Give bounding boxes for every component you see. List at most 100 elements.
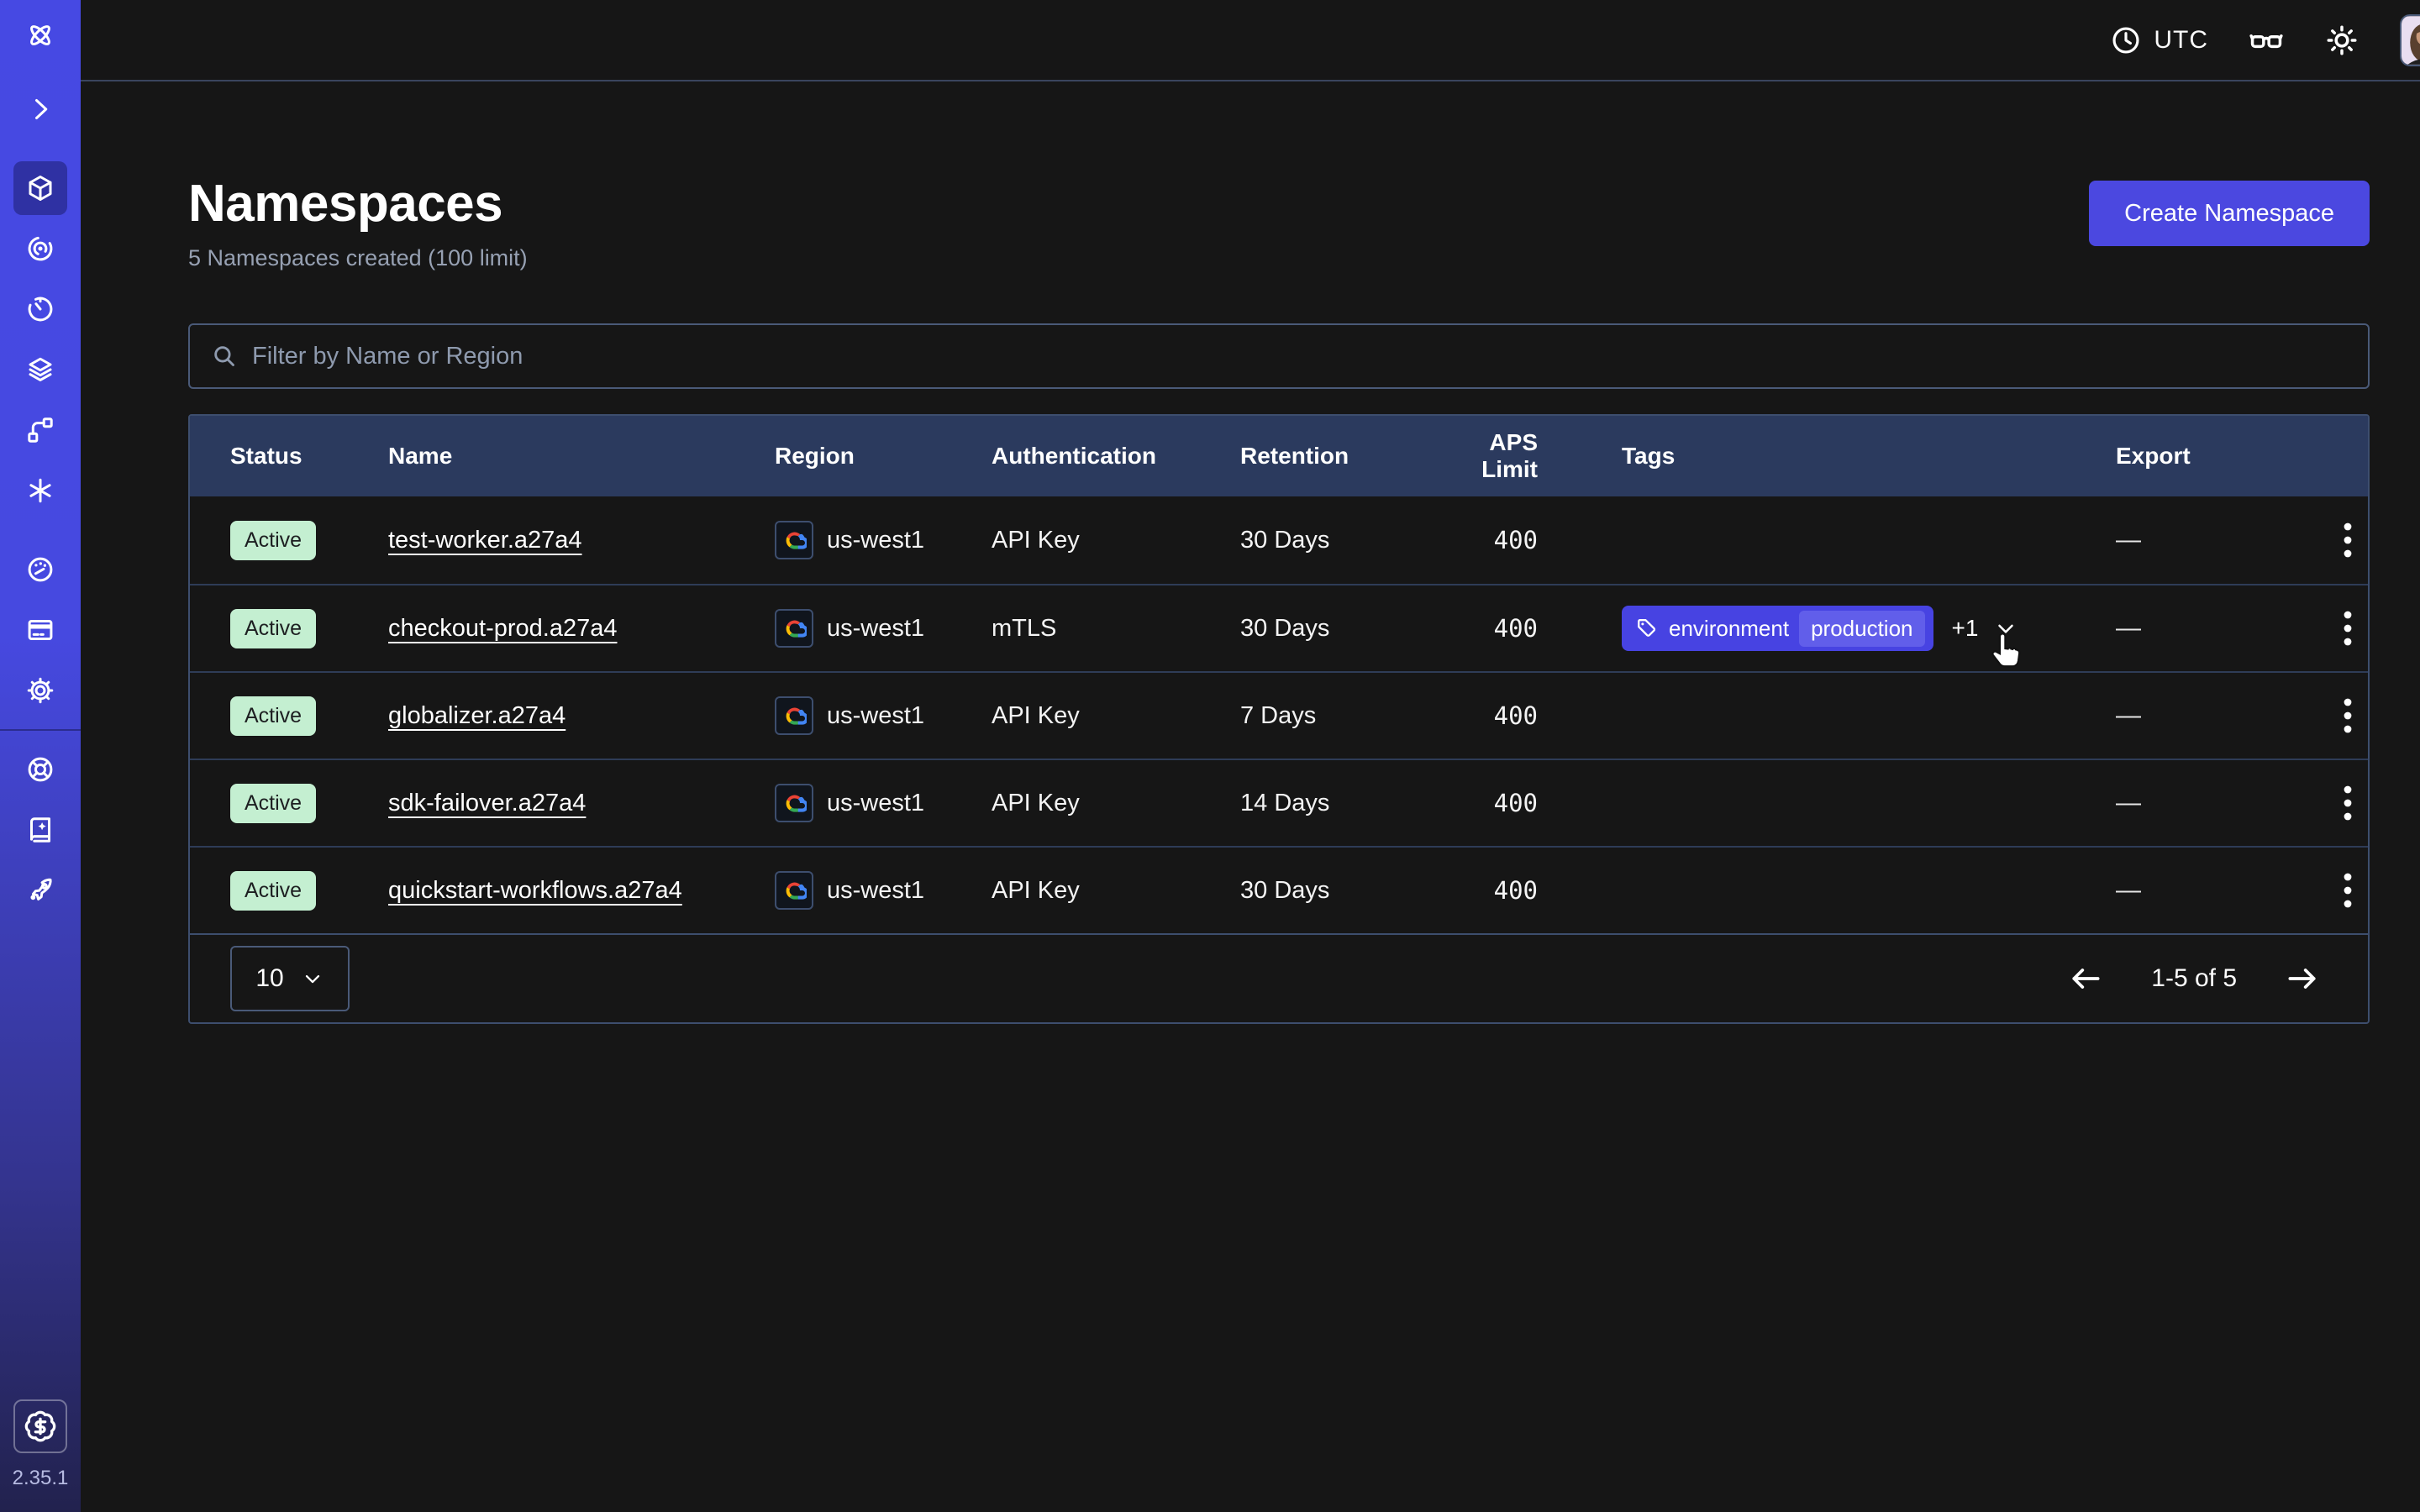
- gcp-region-box: [775, 521, 813, 559]
- prev-page-arrow-icon[interactable]: [2067, 960, 2104, 997]
- google-cloud-icon: [781, 528, 807, 553]
- pagination-range: 1-5 of 5: [2151, 964, 2237, 993]
- gcp-region-box: [775, 609, 813, 648]
- create-namespace-button[interactable]: Create Namespace: [2089, 181, 2370, 246]
- row-menu-kebab-icon[interactable]: [2328, 515, 2368, 565]
- clock-icon: [2110, 24, 2142, 56]
- export-cell: —: [2075, 526, 2328, 554]
- google-cloud-icon: [781, 616, 807, 641]
- col-retention: Retention: [1240, 443, 1434, 470]
- filter-bar: [188, 323, 2370, 389]
- row-menu-kebab-icon[interactable]: [2328, 778, 2368, 828]
- table-row: Active globalizer.a27a4 us-west1 API Key…: [190, 671, 2368, 759]
- sidebar-item-settings[interactable]: [13, 664, 67, 717]
- tags-cell: environment production +1: [1538, 606, 2075, 651]
- status-badge: Active: [230, 609, 316, 648]
- auth-cell: API Key: [992, 877, 1240, 905]
- status-badge: Active: [230, 521, 316, 560]
- user-avatar[interactable]: [2400, 14, 2420, 66]
- table-row: Active test-worker.a27a4 us-west1 API Ke…: [190, 496, 2368, 584]
- col-name: Name: [388, 443, 775, 470]
- search-icon: [210, 342, 239, 370]
- row-menu-kebab-icon[interactable]: [2328, 690, 2368, 741]
- region-label: us-west1: [827, 527, 924, 554]
- topbar: UTC: [81, 0, 2420, 81]
- schedules-timer-icon: [25, 294, 55, 324]
- auth-cell: mTLS: [992, 615, 1240, 643]
- export-cell: —: [2075, 789, 2328, 817]
- sidebar-item-billing[interactable]: [13, 603, 67, 657]
- col-region: Region: [775, 443, 992, 470]
- sidebar-item-docs[interactable]: [13, 803, 67, 857]
- export-cell: —: [2075, 876, 2328, 905]
- nexus-asterisk-icon: [25, 475, 55, 506]
- aps-limit-cell: 400: [1434, 526, 1538, 554]
- retention-cell: 7 Days: [1240, 702, 1434, 730]
- auth-cell: API Key: [992, 527, 1240, 554]
- col-status: Status: [230, 443, 388, 470]
- sidebar-item-schedules[interactable]: [13, 282, 67, 336]
- filter-input[interactable]: [252, 343, 2348, 370]
- status-badge: Active: [230, 696, 316, 736]
- namespaces-table: Status Name Region Authentication Retent…: [188, 414, 2370, 1024]
- next-page-arrow-icon[interactable]: [2284, 960, 2321, 997]
- retention-cell: 30 Days: [1240, 527, 1434, 554]
- col-authentication: Authentication: [992, 443, 1240, 470]
- namespace-link[interactable]: sdk-failover.a27a4: [388, 790, 586, 816]
- getting-started-rocket-icon: [25, 875, 55, 906]
- sidebar-divider: [0, 729, 81, 731]
- namespace-link[interactable]: test-worker.a27a4: [388, 527, 582, 554]
- region-label: us-west1: [827, 615, 924, 643]
- table-header-row: Status Name Region Authentication Retent…: [190, 416, 2368, 496]
- timezone-selector[interactable]: UTC: [2110, 24, 2208, 56]
- page-size-select[interactable]: 10: [230, 946, 350, 1011]
- table-row: Active sdk-failover.a27a4 us-west1 API K…: [190, 759, 2368, 846]
- table-row: Active checkout-prod.a27a4 us-west1 mTLS…: [190, 584, 2368, 671]
- tags-chevron-icon[interactable]: [1993, 616, 2018, 641]
- aps-limit-cell: 400: [1434, 876, 1538, 905]
- sidebar-item-deployments[interactable]: [13, 343, 67, 396]
- branch-icon: [25, 415, 55, 445]
- sidebar-item-workflows[interactable]: [13, 222, 67, 276]
- gcp-region-box: [775, 871, 813, 910]
- retention-cell: 30 Days: [1240, 615, 1434, 643]
- tag-pill[interactable]: environment production: [1622, 606, 1933, 651]
- table-body: Active test-worker.a27a4 us-west1 API Ke…: [190, 496, 2368, 933]
- glasses-icon[interactable]: [2249, 23, 2284, 58]
- namespaces-cube-icon: [25, 173, 55, 203]
- auth-cell: API Key: [992, 790, 1240, 817]
- namespace-link[interactable]: checkout-prod.a27a4: [388, 615, 617, 642]
- temporal-logo-icon[interactable]: [13, 8, 67, 62]
- app-window: 2.35.1 UTC: [0, 0, 2420, 1512]
- usage-gauge-icon: [25, 554, 55, 585]
- sidebar-item-support[interactable]: [13, 743, 67, 796]
- support-lifebuoy-icon: [25, 754, 55, 785]
- col-tags: Tags: [1538, 443, 2075, 470]
- dollar-badge-icon: [24, 1410, 57, 1443]
- row-menu-kebab-icon[interactable]: [2328, 603, 2368, 654]
- page-title: Namespaces: [188, 174, 528, 234]
- namespace-link[interactable]: quickstart-workflows.a27a4: [388, 877, 682, 904]
- region-label: us-west1: [827, 702, 924, 730]
- row-menu-kebab-icon[interactable]: [2328, 865, 2368, 916]
- tag-value: production: [1799, 611, 1924, 647]
- status-badge: Active: [230, 871, 316, 911]
- retention-cell: 14 Days: [1240, 790, 1434, 817]
- sidebar-item-usage[interactable]: [13, 543, 67, 596]
- sidebar-item-nexus[interactable]: [13, 464, 67, 517]
- sidebar-item-namespaces[interactable]: [13, 161, 67, 215]
- col-export: Export: [2075, 443, 2328, 470]
- main-content: Namespaces 5 Namespaces created (100 lim…: [81, 81, 2420, 1512]
- pricing-badge-button[interactable]: [13, 1399, 67, 1453]
- sidebar-item-batch-operations[interactable]: [13, 403, 67, 457]
- app-version: 2.35.1: [13, 1467, 69, 1490]
- aps-limit-cell: 400: [1434, 789, 1538, 817]
- namespace-link[interactable]: globalizer.a27a4: [388, 702, 566, 729]
- sidebar-expand-chevron-right-icon[interactable]: [13, 82, 67, 136]
- docs-book-icon: [25, 815, 55, 845]
- tag-key: environment: [1669, 616, 1789, 642]
- table-footer: 10 1-5 of 5: [190, 933, 2368, 1022]
- sun-icon[interactable]: [2324, 23, 2360, 58]
- export-cell: —: [2075, 614, 2328, 643]
- sidebar-item-getting-started[interactable]: [13, 864, 67, 917]
